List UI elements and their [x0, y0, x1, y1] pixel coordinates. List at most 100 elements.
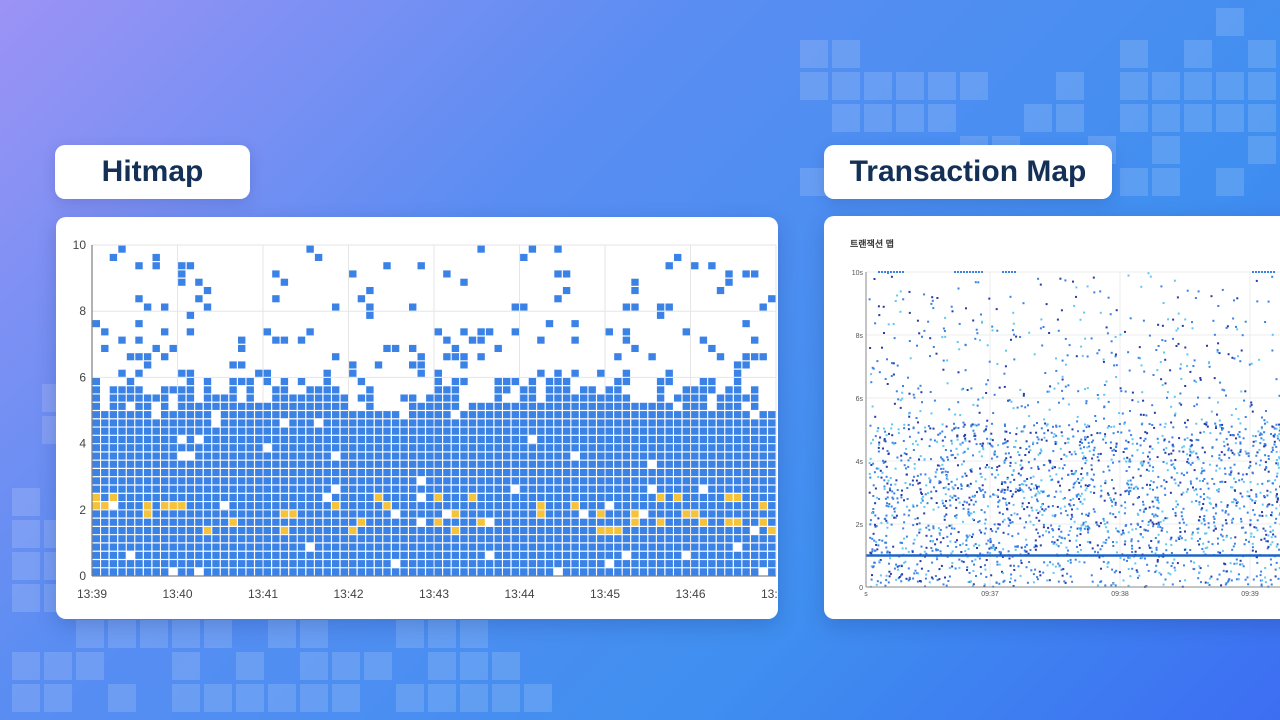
hitmap-cell [152, 527, 160, 535]
transaction-point [932, 427, 935, 430]
hitmap-cell [597, 394, 605, 402]
hitmap-cell [656, 502, 665, 510]
hitmap-cell [152, 262, 160, 270]
hitmap-cell [229, 477, 237, 485]
transaction-point [971, 518, 974, 521]
transaction-point [868, 462, 871, 465]
hitmap-cell [631, 303, 639, 311]
hitmap-cell [186, 502, 195, 510]
hitmap-cell [314, 551, 323, 559]
hitmap-cell [520, 435, 528, 443]
transaction-point [1012, 503, 1015, 506]
hitmap-cell [648, 551, 656, 559]
transaction-point [1218, 467, 1221, 470]
transaction-point [1051, 478, 1054, 481]
hitmap-cell [451, 435, 460, 443]
transaction-point [949, 504, 952, 507]
transaction-point [1271, 425, 1274, 428]
transaction-point [990, 546, 993, 549]
transaction-point [1266, 540, 1269, 543]
hitmap-cell [349, 568, 357, 576]
transaction-point [1093, 485, 1096, 488]
transaction-point [1233, 562, 1236, 565]
hitmap-cell [665, 460, 673, 468]
transaction-point [925, 484, 928, 487]
hitmap-cell [597, 419, 605, 427]
transaction-point [1086, 355, 1089, 358]
hitmap-cell [238, 419, 246, 427]
hitmap-cell [537, 369, 545, 377]
transaction-point [1208, 463, 1211, 466]
hitmap-cell [306, 485, 314, 493]
hitmap-cell [648, 568, 656, 576]
hitmap-cell [434, 493, 442, 501]
transaction-point [1107, 536, 1110, 539]
transaction-point [938, 568, 941, 571]
transaction-point [1005, 271, 1007, 273]
hitmap-cell [297, 518, 306, 526]
hitmap-cell [699, 510, 708, 518]
transaction-point [1008, 399, 1011, 402]
transaction-point [877, 517, 880, 520]
transaction-point [1105, 538, 1108, 541]
hitmap-cell [374, 485, 383, 493]
hitmap-cell [289, 535, 297, 543]
hitmap-cell [751, 518, 759, 526]
transaction-point [993, 393, 996, 396]
transaction-point [1035, 431, 1038, 434]
transaction-point [888, 487, 891, 490]
transaction-point [1262, 438, 1265, 441]
hitmap-cell [460, 452, 468, 460]
transaction-point [896, 497, 899, 500]
transaction-point [1247, 583, 1250, 586]
transaction-point [1164, 422, 1167, 425]
hitmap-cell [434, 485, 442, 493]
transaction-point [1063, 464, 1066, 467]
hitmap-cell [374, 502, 383, 510]
transaction-point [1167, 572, 1170, 575]
decorative-square [332, 684, 360, 712]
transaction-point [1020, 562, 1023, 564]
hitmap-cell [708, 344, 716, 352]
transaction-point [1164, 493, 1167, 496]
transaction-point [1102, 470, 1105, 473]
transaction-point [937, 506, 940, 509]
transaction-point [1099, 452, 1102, 455]
hitmap-cell [460, 328, 468, 336]
hitmap-cell [195, 493, 203, 501]
hitmap-cell [622, 328, 631, 336]
hitmap-cell [340, 402, 348, 410]
transaction-point [1184, 385, 1187, 387]
transaction-point [1093, 446, 1096, 449]
transaction-point [1093, 510, 1096, 513]
transaction-point [1217, 551, 1220, 554]
transaction-point [1107, 400, 1110, 403]
transaction-point [1261, 514, 1264, 517]
transaction-point [1252, 444, 1255, 447]
transaction-point [1156, 437, 1159, 440]
transaction-point [1242, 480, 1245, 483]
transaction-point [964, 439, 967, 442]
hitmap-cell [255, 402, 263, 410]
transaction-point [1144, 557, 1146, 560]
transaction-point [916, 517, 919, 520]
hitmap-cell [118, 543, 126, 551]
transaction-point [1054, 466, 1056, 469]
hitmap-cell [742, 543, 750, 551]
transaction-point [954, 541, 957, 544]
transaction-point [1043, 418, 1046, 421]
hitmap-cell [203, 485, 212, 493]
transaction-point [946, 456, 949, 459]
hitmap-cell [682, 469, 690, 477]
hitmap-cell [639, 485, 648, 493]
hitmap-cell [161, 518, 169, 526]
hitmap-cell [238, 452, 246, 460]
hitmap-cell [443, 551, 451, 559]
hitmap-cell [571, 336, 579, 344]
transaction-point [965, 474, 968, 477]
hitmap-cell [716, 477, 725, 485]
hitmap-cell [528, 568, 537, 576]
hitmap-cell [614, 551, 622, 559]
transaction-point [1069, 499, 1072, 502]
hitmap-cell [152, 344, 160, 352]
